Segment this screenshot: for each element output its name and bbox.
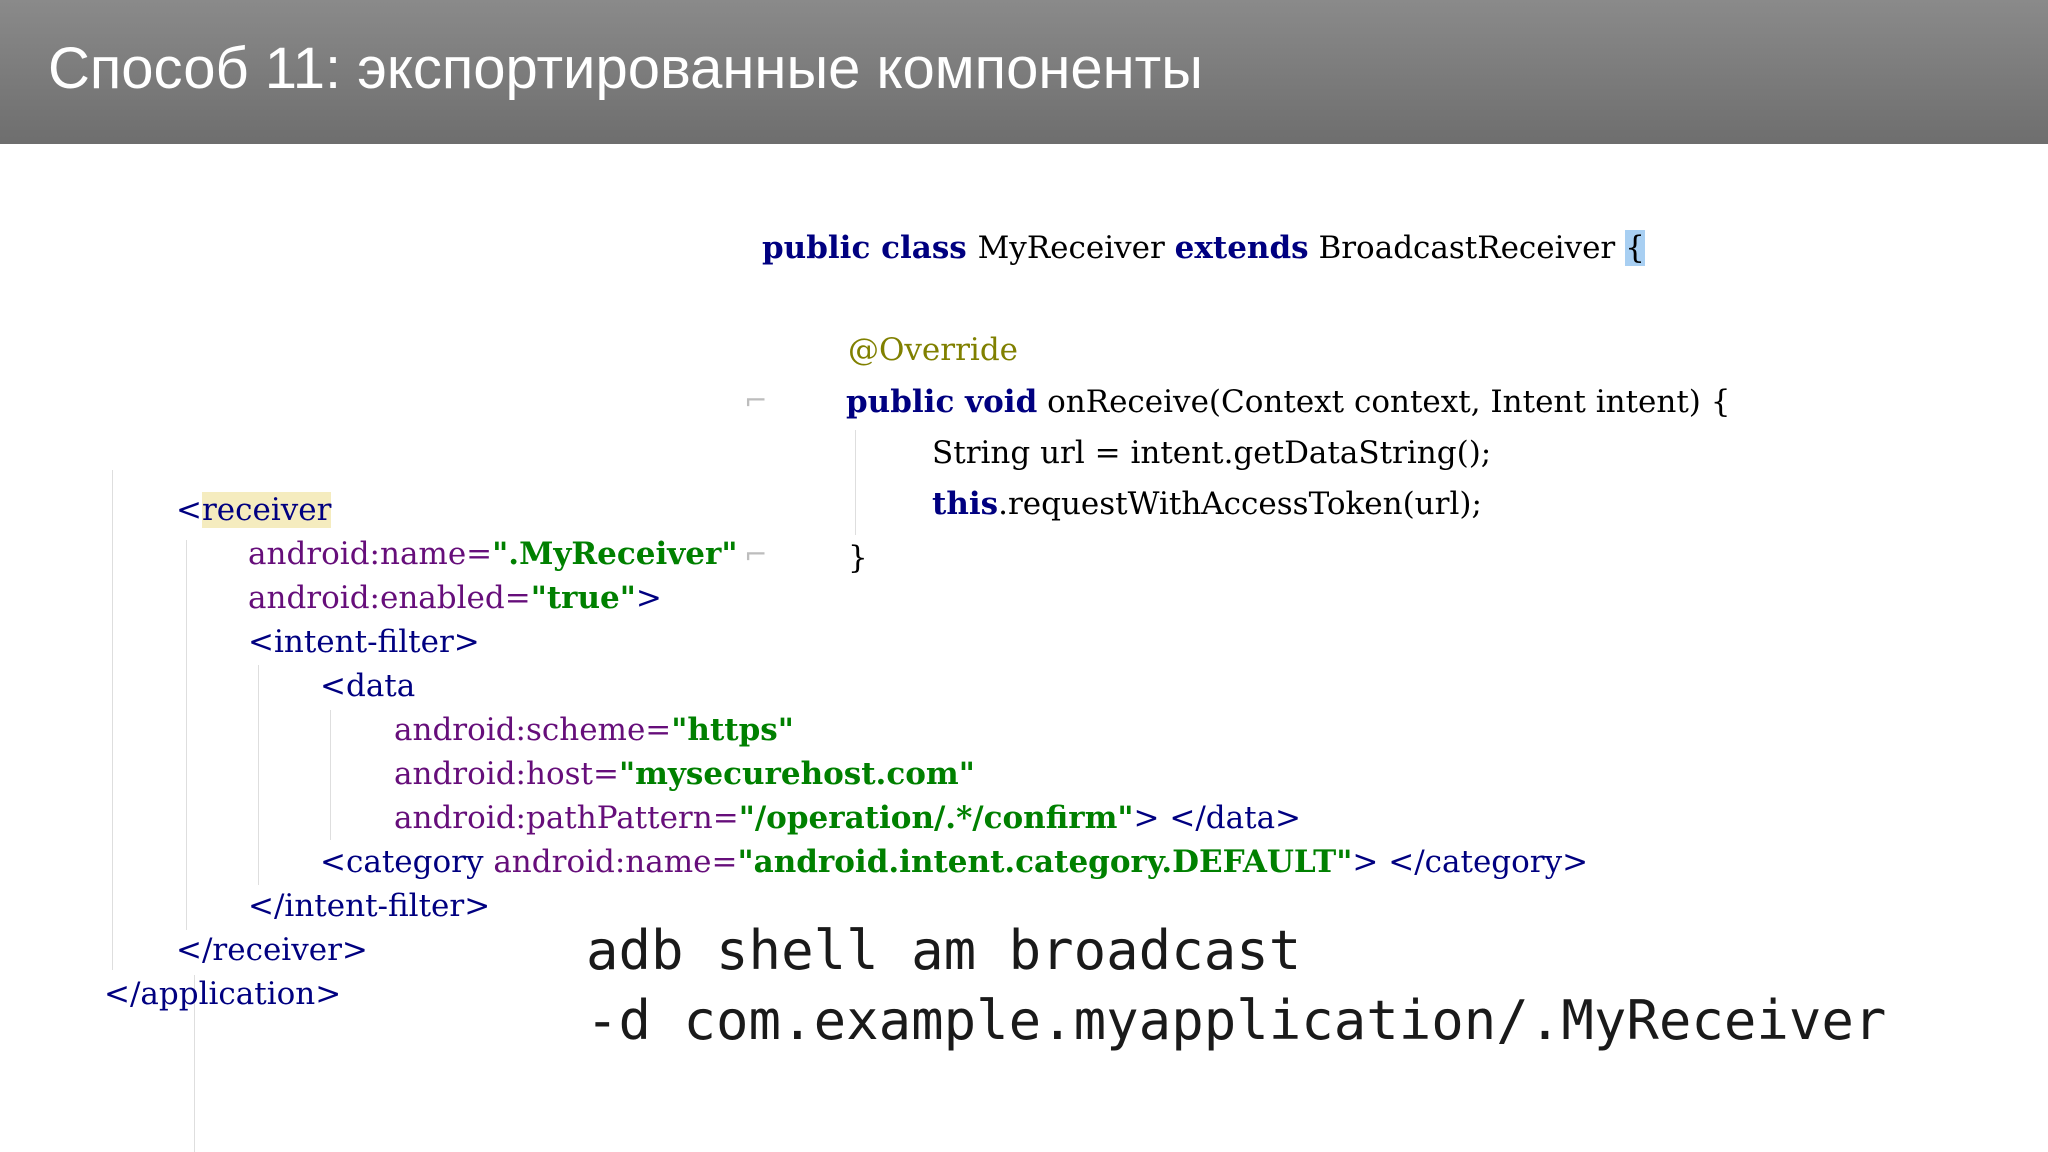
method-call: .requestWithAccessToken(url);	[998, 486, 1482, 522]
attribute-value: "true"	[530, 580, 636, 616]
attribute-value: "android.intent.category.DEFAULT"	[737, 844, 1353, 880]
tag-bracket: > </category>	[1352, 844, 1589, 880]
xml-line-path-pattern: android:pathPattern="/operation/.*/confi…	[394, 796, 1301, 840]
xml-line-receiver-close: </receiver>	[176, 932, 368, 968]
tag-bracket: >	[635, 580, 662, 616]
indent-guide	[258, 665, 259, 885]
indent-guide	[855, 430, 856, 535]
adb-command-line-1: adb shell am broadcast	[586, 919, 1302, 982]
java-line-class-declaration: public class MyReceiver extends Broadcas…	[762, 226, 1645, 270]
keyword: void	[954, 384, 1038, 420]
xml-line-application-close: </application>	[104, 976, 342, 1012]
java-line-method-signature: public void onReceive(Context context, I…	[846, 380, 1730, 424]
java-line-request-with-token: this.requestWithAccessToken(url);	[932, 482, 1482, 526]
attribute-name: android:name=	[248, 536, 493, 572]
attribute-name: android:scheme=	[394, 712, 672, 748]
keyword: this	[932, 486, 999, 522]
indent-guide	[186, 540, 187, 930]
fold-marker-icon: ⌐	[744, 538, 768, 571]
adb-command-line-2: -d com.example.myapplication/.MyReceiver	[586, 989, 1887, 1052]
slide-header: Способ 11: экспортированные компоненты	[0, 0, 2048, 144]
attribute-name: android:pathPattern=	[394, 800, 739, 836]
keyword: class	[870, 230, 978, 266]
tag-name: <category	[320, 844, 494, 880]
xml-line-intent-filter-close: </intent-filter>	[248, 888, 491, 924]
attribute-name: android:enabled=	[248, 580, 531, 616]
xml-line-android-name: android:name=".MyReceiver"	[248, 532, 738, 576]
xml-line-android-enabled: android:enabled="true">	[248, 576, 662, 620]
xml-line-scheme: android:scheme="https"	[394, 708, 794, 752]
attribute-value: "mysecurehost.com"	[618, 756, 975, 792]
keyword: extends	[1174, 230, 1309, 266]
open-brace: {	[1625, 230, 1645, 266]
keyword: public	[846, 384, 955, 420]
xml-line-intent-filter-open: <intent-filter>	[248, 624, 480, 660]
tag-bracket: <	[176, 492, 202, 528]
attribute-value: "/operation/.*/confirm"	[738, 800, 1134, 836]
class-name: MyReceiver	[977, 230, 1175, 266]
java-line-annotation: @Override	[848, 332, 1019, 368]
attribute-value: ".MyReceiver"	[492, 536, 738, 572]
xml-line-category: <category android:name="android.intent.c…	[320, 840, 1588, 884]
keyword: public	[762, 230, 871, 266]
xml-line-host: android:host="mysecurehost.com"	[394, 752, 975, 796]
method-signature: onReceive(Context context, Intent intent…	[1037, 384, 1731, 420]
java-line-close-brace: }	[848, 540, 868, 576]
xml-line-receiver-open: <receiver	[176, 488, 332, 532]
tag-name-highlighted: receiver	[201, 492, 332, 528]
attribute-value: "https"	[671, 712, 794, 748]
xml-line-data-open: <data	[320, 668, 416, 704]
tag-bracket: > </data>	[1133, 800, 1302, 836]
superclass-name: BroadcastReceiver	[1308, 230, 1626, 266]
fold-marker-icon: ⌐	[744, 384, 768, 417]
attribute-name: android:name=	[493, 844, 738, 880]
indent-guide	[112, 470, 113, 970]
attribute-name: android:host=	[394, 756, 619, 792]
indent-guide	[330, 710, 331, 840]
slide-title: Способ 11: экспортированные компоненты	[48, 36, 1203, 101]
java-line-get-data-string: String url = intent.getDataString();	[932, 435, 1492, 471]
